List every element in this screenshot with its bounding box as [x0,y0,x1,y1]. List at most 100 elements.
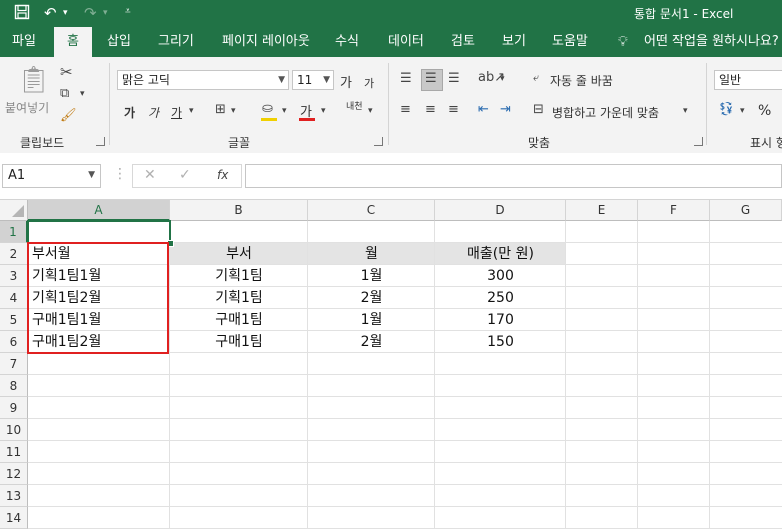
currency-format-icon[interactable]: 💱︎ [718,103,735,116]
undo-icon[interactable]: ↶ [44,4,57,22]
tab-file[interactable]: 파일 [12,27,36,57]
column-header-g[interactable]: G [710,200,782,221]
redo-dropdown-icon[interactable]: ▾ [103,8,108,18]
cell-d6[interactable]: 150 [435,331,566,353]
cell-c3[interactable]: 1월 [308,265,435,287]
column-header-a[interactable]: A [28,200,170,221]
cell-b2[interactable]: 부서 [170,243,308,265]
row-header[interactable]: 1 [0,221,28,243]
cell-c2[interactable]: 월 [308,243,435,265]
row-header[interactable]: 9 [0,397,28,419]
tab-page-layout[interactable]: 페이지 레이아웃 [222,27,310,57]
lightbulb-icon[interactable]: 💡︎ [618,27,628,57]
name-box[interactable]: A1 ▼ [2,164,101,188]
cell-c4[interactable]: 2월 [308,287,435,309]
font-name-combo[interactable]: 맑은 고딕 ▼ [117,70,289,90]
save-icon[interactable] [14,4,30,24]
underline-button[interactable]: 가 [171,104,182,121]
increase-indent-icon[interactable]: ⇥ [500,103,511,116]
select-all-corner[interactable] [0,200,28,221]
cell-d2[interactable]: 매출(만 원) [435,243,566,265]
row-header[interactable]: 10 [0,419,28,441]
align-left-icon[interactable]: ≡ [400,103,411,116]
cell-b6[interactable]: 구매1팀 [170,331,308,353]
orientation-dropdown-icon[interactable]: ▾ [500,75,505,84]
row-header[interactable]: 4 [0,287,28,309]
fill-color-icon[interactable]: ⛀ [262,102,273,115]
row-header[interactable]: 7 [0,353,28,375]
cell-c5[interactable]: 1월 [308,309,435,331]
grow-font-button[interactable]: 가 [340,72,352,91]
row-header[interactable]: 8 [0,375,28,397]
tab-help[interactable]: 도움말 [552,27,588,57]
column-header-f[interactable]: F [638,200,710,221]
redo-icon[interactable]: ↷ [84,4,97,22]
merge-center-button[interactable]: 병합하고 가운데 맞춤 [552,104,659,121]
italic-button[interactable]: 가 [148,104,159,121]
column-header-c[interactable]: C [308,200,435,221]
cell-d5[interactable]: 170 [435,309,566,331]
row-header[interactable]: 6 [0,331,28,353]
merge-center-icon[interactable]: ⊟ [533,103,544,116]
row-header[interactable]: 14 [0,507,28,529]
cell-d4[interactable]: 250 [435,287,566,309]
formula-input[interactable] [245,164,782,188]
align-center-icon[interactable]: ≡ [425,103,436,116]
tell-me-search[interactable]: 어떤 작업을 원하시나요? [644,27,779,57]
decrease-indent-icon[interactable]: ⇤ [478,103,489,116]
top-align-icon[interactable]: ☰ [400,72,412,85]
number-format-combo[interactable]: 일반 [714,70,782,90]
customize-quick-access-icon[interactable]: ⩡ [125,6,131,17]
borders-icon[interactable]: ⊞ [215,103,226,116]
phonetic-dropdown-icon[interactable]: ▾ [368,107,373,116]
tab-view[interactable]: 보기 [502,27,526,57]
middle-align-icon[interactable]: ☰ [425,72,437,85]
cell-d3[interactable]: 300 [435,265,566,287]
row-header[interactable]: 3 [0,265,28,287]
phonetic-guide-button[interactable]: 내천 [346,99,363,112]
row-header[interactable]: 13 [0,485,28,507]
paste-button-label[interactable]: 붙여넣기 [5,99,49,116]
column-header-d[interactable]: D [435,200,566,221]
tab-draw[interactable]: 그리기 [158,27,194,57]
tab-home[interactable]: 홈 [54,27,92,57]
underline-dropdown-icon[interactable]: ▾ [189,107,194,116]
tab-insert[interactable]: 삽입 [107,27,131,57]
currency-dropdown-icon[interactable]: ▾ [740,107,745,116]
row-header[interactable]: 11 [0,441,28,463]
align-right-icon[interactable]: ≡ [448,103,459,116]
tab-review[interactable]: 검토 [451,27,475,57]
wrap-text-icon[interactable]: ⤶ [533,72,539,83]
cell-c6[interactable]: 2월 [308,331,435,353]
bottom-align-icon[interactable]: ☰ [448,72,460,85]
copy-dropdown-icon[interactable]: ▾ [80,90,85,99]
wrap-text-button[interactable]: 자동 줄 바꿈 [550,72,613,89]
format-painter-icon[interactable]: 🖌︎ [60,109,77,122]
cancel-icon[interactable]: ✕ [144,167,156,183]
row-header[interactable]: 5 [0,309,28,331]
alignment-launcher-icon[interactable] [694,137,703,146]
active-cell-a1[interactable] [27,220,171,244]
merge-dropdown-icon[interactable]: ▾ [683,107,688,116]
chevron-down-icon[interactable]: ▼ [88,170,95,180]
row-header[interactable]: 2 [0,243,28,265]
borders-dropdown-icon[interactable]: ▾ [231,107,236,116]
column-header-e[interactable]: E [566,200,638,221]
font-size-combo[interactable]: 11 ▼ [292,70,334,90]
cell-b3[interactable]: 기획1팀 [170,265,308,287]
font-launcher-icon[interactable] [374,137,383,146]
clipboard-launcher-icon[interactable] [96,137,105,146]
column-header-b[interactable]: B [170,200,308,221]
cell-b5[interactable]: 구매1팀 [170,309,308,331]
paste-icon[interactable]: 📋︎ [17,67,50,93]
row-header[interactable]: 12 [0,463,28,485]
tab-formulas[interactable]: 수식 [335,27,359,57]
undo-dropdown-icon[interactable]: ▾ [63,8,68,18]
bold-button[interactable]: 가 [124,104,135,121]
tab-data[interactable]: 데이터 [388,27,424,57]
insert-function-icon[interactable]: fx [217,168,228,182]
cut-icon[interactable]: ✂ [60,65,73,80]
enter-icon[interactable]: ✓ [179,167,191,183]
shrink-font-button[interactable]: 가 [364,75,374,91]
copy-icon[interactable]: ⧉ [60,87,69,100]
